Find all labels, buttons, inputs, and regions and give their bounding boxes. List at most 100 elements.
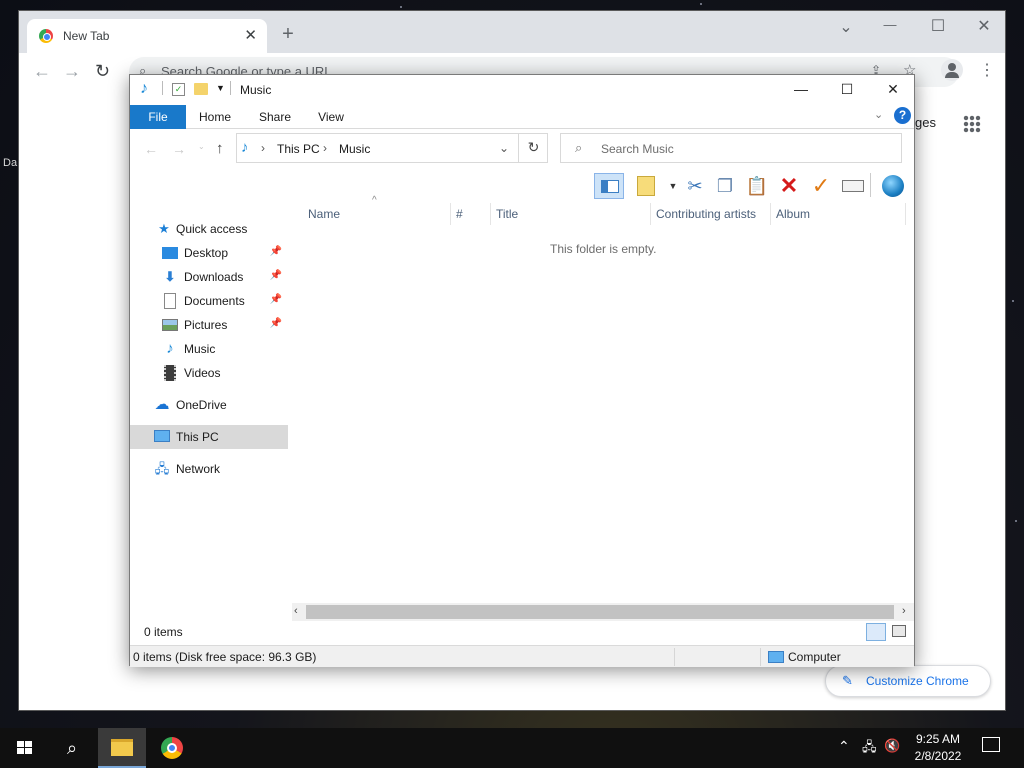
show-hidden-icons-chevron[interactable]: ⌃ [838,738,850,755]
navigation-pane: ★ Quick access Desktop 📌 ⬇ Downloads 📌 D… [130,201,290,617]
nav-quick-access[interactable]: ★ Quick access [130,217,288,241]
column-title[interactable]: Title [496,207,518,221]
chrome-menu-icon[interactable]: ⋮ [979,60,995,80]
up-arrow-icon[interactable]: ↑ [216,140,224,157]
ribbon-expand-chevron-icon[interactable]: ⌄ [874,108,883,121]
breadcrumb-music[interactable]: Music [339,142,370,156]
explorer-forward-icon[interactable]: → [172,141,186,157]
search-icon: ⌕ [575,140,583,155]
nav-pictures[interactable]: Pictures 📌 [130,313,288,337]
taskbar: ⌕ ⌃ 🖧 🔇 9:25 AM 2/8/2022 [0,728,1024,768]
nav-this-pc[interactable]: This PC [130,425,288,449]
ribbon-tab-home[interactable]: Home [190,105,240,129]
nav-label: This PC [176,430,219,444]
ribbon-tab-share[interactable]: Share [250,105,300,129]
search-icon[interactable]: ⌕ [48,728,96,768]
customize-chrome-label: Customize Chrome [866,674,969,688]
column-name[interactable]: Name [308,207,340,221]
column-number[interactable]: # [456,207,463,221]
customize-chrome-button[interactable]: ✎ Customize Chrome [825,665,991,697]
google-apps-icon[interactable] [963,115,981,133]
nav-label: Videos [184,366,221,380]
file-explorer-window: ♪ ✓ ▼ Music — ☐ ✕ File Home Share View ⌄… [129,74,916,667]
notifications-icon[interactable] [982,737,1000,752]
breadcrumb-separator-icon[interactable]: › [261,141,265,155]
nav-desktop[interactable]: Desktop 📌 [130,241,288,265]
recent-locations-chevron-icon[interactable]: ⌄ [198,142,205,151]
desktop-icon [162,247,178,259]
address-bar[interactable]: ♪ › This PC › Music ⌄ [236,133,548,163]
film-icon [164,365,176,381]
chrome-tab-close-icon[interactable]: ✕ [244,26,257,44]
nav-videos[interactable]: Videos [130,361,288,385]
tab-search-chevron-icon[interactable]: ⌄ [831,17,861,37]
column-album[interactable]: Album [776,207,810,221]
nav-music[interactable]: ♪ Music [130,337,288,361]
pin-icon[interactable]: 📌 [270,318,282,329]
large-icons-view-icon[interactable] [892,625,906,637]
new-folder-quick-icon[interactable] [194,83,208,95]
windows-start-icon[interactable] [0,728,48,768]
rename-icon[interactable] [840,173,866,199]
music-note-icon: ♪ [140,80,148,97]
paste-icon[interactable]: 📋 [744,173,770,199]
scroll-right-icon[interactable]: › [902,605,906,617]
ntp-images-link[interactable]: ges [915,115,936,130]
nav-network[interactable]: 🖧 Network [130,457,288,481]
nav-documents[interactable]: Documents 📌 [130,289,288,313]
address-dropdown-chevron-icon[interactable]: ⌄ [499,141,509,155]
forward-arrow-icon[interactable]: → [63,61,81,82]
refresh-icon[interactable]: ↻ [518,133,548,163]
quick-access-dropdown-icon[interactable]: ▼ [216,83,225,93]
cut-icon[interactable]: ✂ [682,173,708,199]
chrome-tab-strip: New Tab ✕ + ⌄ — ☐ ✕ [19,11,1005,53]
breadcrumb-this-pc[interactable]: This PC [277,142,320,156]
explorer-maximize-button[interactable]: ☐ [824,81,870,98]
search-music-input[interactable]: ⌕ Search Music [560,133,902,163]
explorer-close-button[interactable]: ✕ [870,81,916,98]
ribbon-tab-view[interactable]: View [306,105,356,129]
file-explorer-taskbar-icon[interactable] [98,728,146,768]
copy-icon[interactable]: ❐ [712,173,738,199]
explorer-toolbar: ▼ ✂ ❐ 📋 ✕ ✓ [590,171,910,201]
explorer-minimize-button[interactable]: — [778,81,824,97]
properties-quick-icon[interactable]: ✓ [172,83,185,96]
nav-downloads[interactable]: ⬇ Downloads 📌 [130,265,288,289]
clock-date: 2/8/2022 [914,749,962,763]
chrome-maximize-button[interactable]: ☐ [923,16,953,36]
back-arrow-icon[interactable]: ← [33,61,51,82]
column-contributing-artists[interactable]: Contributing artists [656,207,756,221]
nav-label: Documents [184,294,245,308]
network-tray-icon[interactable]: 🖧 [862,738,877,760]
ribbon-tab-file[interactable]: File [130,105,186,129]
reload-icon[interactable]: ↻ [95,61,110,82]
delete-icon[interactable]: ✕ [776,173,802,199]
help-icon[interactable]: ? [894,107,911,124]
breadcrumb-separator-icon[interactable]: › [323,141,327,155]
chrome-minimize-button[interactable]: — [875,17,905,32]
pin-icon[interactable]: 📌 [270,270,282,281]
clock-time: 9:25 AM [915,732,961,746]
checkmark-icon[interactable]: ✓ [808,173,834,199]
volume-muted-icon[interactable]: 🔇 [884,738,900,754]
chrome-close-button[interactable]: ✕ [969,16,999,36]
globe-icon[interactable] [880,173,906,199]
profile-avatar-icon[interactable] [941,59,963,81]
star-icon: ★ [158,221,170,236]
nav-onedrive[interactable]: ☁ OneDrive [130,393,288,417]
nav-label: Network [176,462,221,476]
cloud-icon: ☁ [154,396,170,413]
details-view-icon[interactable] [866,623,886,641]
scroll-left-icon[interactable]: ‹ [294,605,298,617]
preview-pane-icon[interactable] [594,173,624,199]
explorer-back-icon[interactable]: ← [144,141,158,157]
notepad-folder-icon[interactable] [634,173,660,199]
scrollbar-thumb[interactable] [306,605,894,619]
pin-icon[interactable]: 📌 [270,246,282,257]
clock[interactable]: 9:25 AM 2/8/2022 [900,731,976,765]
chrome-taskbar-icon[interactable] [148,728,196,768]
chrome-tab-new-tab[interactable]: New Tab ✕ [27,19,267,53]
new-tab-button[interactable]: + [273,23,303,46]
pin-icon[interactable]: 📌 [270,294,282,305]
details-bar: 0 items (Disk free space: 96.3 GB) Compu… [130,645,914,667]
